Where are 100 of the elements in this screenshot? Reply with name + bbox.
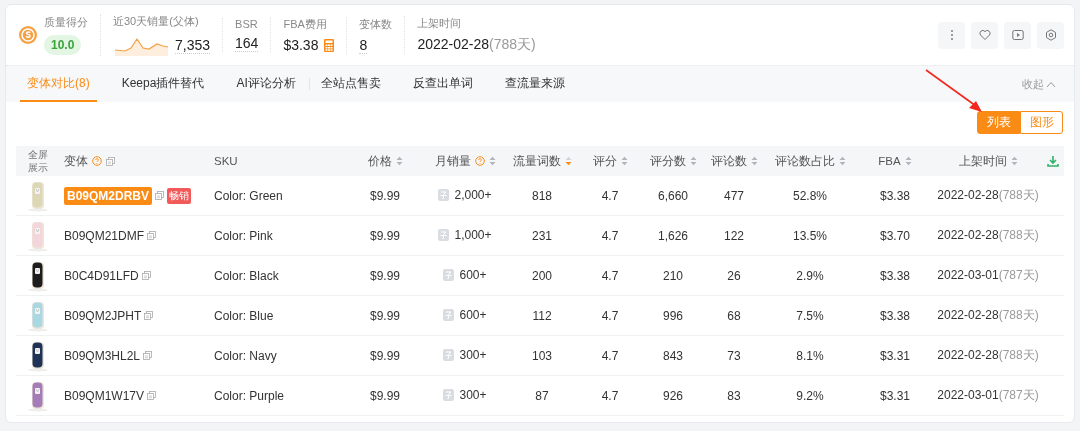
sort-icon[interactable] bbox=[620, 156, 628, 166]
table-cell: $3.38 bbox=[880, 308, 910, 323]
variant-asin: B0C4D91LFD bbox=[64, 268, 139, 283]
play-icon bbox=[1011, 29, 1024, 41]
table-cell: 200 bbox=[532, 268, 552, 283]
sku-cell-text: Color: Navy bbox=[213, 348, 277, 363]
child-sales-icon bbox=[443, 308, 455, 321]
date-cell: 2022-03-01(787天) bbox=[937, 268, 1039, 282]
column-header: 评论数 bbox=[710, 153, 747, 169]
table-cell: 7.5% bbox=[796, 308, 824, 323]
sort-icon[interactable] bbox=[1010, 156, 1018, 166]
tab[interactable]: 查流量来源 bbox=[497, 66, 572, 102]
copy-icon[interactable] bbox=[155, 191, 165, 200]
sort-icon[interactable] bbox=[838, 156, 846, 166]
table-cell: 4.7 bbox=[601, 188, 619, 203]
column-header: 流量词数 bbox=[512, 153, 561, 169]
table-cell: 231 bbox=[532, 228, 552, 243]
table-cell: 68 bbox=[727, 308, 741, 323]
tab[interactable]: 反查出单词 bbox=[405, 66, 480, 102]
settings-button[interactable] bbox=[1037, 21, 1064, 49]
tab[interactable]: Keepa插件替代 bbox=[114, 66, 212, 102]
tab[interactable]: 全站点售卖 bbox=[313, 66, 388, 102]
sku-cell-text: Color: Green bbox=[213, 188, 283, 203]
variant-asin: B09QM2JPHT bbox=[64, 308, 142, 323]
stat-value: $3.38 bbox=[283, 37, 319, 53]
column-header: 评论数占比 bbox=[774, 153, 835, 169]
more-button[interactable] bbox=[938, 21, 965, 49]
stat-label: 近30天销量(父体) bbox=[113, 14, 200, 29]
column-header: 月销量 bbox=[434, 153, 471, 169]
table-cell: 6,660 bbox=[658, 188, 688, 203]
table-cell: $3.31 bbox=[880, 388, 910, 403]
table-cell: 8.1% bbox=[796, 348, 824, 363]
copy-icon[interactable] bbox=[106, 156, 115, 166]
sort-icon[interactable] bbox=[488, 156, 496, 166]
table-cell: 818 bbox=[532, 188, 552, 203]
variant-asin: B09QM2DRBV bbox=[64, 186, 153, 205]
table-cell: 300+ bbox=[459, 387, 487, 402]
table-cell: 103 bbox=[532, 348, 552, 363]
column-header: 上架时间 bbox=[958, 153, 1007, 169]
sort-icon[interactable] bbox=[564, 156, 572, 166]
table-cell: 600+ bbox=[459, 267, 487, 282]
settings-icon bbox=[1044, 29, 1057, 41]
stat-label: 上架时间 bbox=[417, 16, 463, 31]
table-cell: 1,626 bbox=[658, 228, 688, 243]
sort-icon[interactable] bbox=[750, 156, 758, 166]
table-cell: 9.2% bbox=[796, 388, 824, 403]
sort-icon[interactable] bbox=[395, 156, 403, 166]
date-cell: 2022-03-01(787天) bbox=[937, 388, 1039, 402]
play-button[interactable] bbox=[1004, 21, 1031, 49]
table-cell: 300+ bbox=[459, 347, 487, 362]
calculator-icon[interactable] bbox=[324, 38, 335, 52]
table-cell: 52.8% bbox=[793, 188, 827, 203]
heart-button[interactable] bbox=[971, 21, 998, 49]
column-header: 变体 bbox=[64, 153, 88, 169]
table-cell: 4.7 bbox=[601, 348, 619, 363]
copy-icon[interactable] bbox=[141, 271, 151, 280]
heart-icon bbox=[978, 29, 991, 41]
tab[interactable]: AI评论分析 bbox=[229, 66, 303, 102]
table-cell: $3.38 bbox=[880, 188, 910, 203]
copy-icon[interactable] bbox=[147, 231, 157, 240]
table-cell: $3.31 bbox=[880, 348, 910, 363]
table-cell: 2,000+ bbox=[454, 187, 492, 202]
table-cell: 122 bbox=[724, 228, 744, 243]
table-cell: 2.9% bbox=[796, 268, 824, 283]
stat-value: 7,353 bbox=[175, 36, 211, 54]
child-sales-icon bbox=[438, 228, 450, 241]
bestseller-badge: 畅销 bbox=[167, 187, 192, 204]
variant-asin: B09QM21DMF bbox=[64, 228, 145, 243]
logo-icon bbox=[18, 25, 38, 45]
sku-cell-text: Color: Pink bbox=[213, 228, 273, 243]
copy-icon[interactable] bbox=[147, 391, 157, 400]
column-header: 价格 bbox=[367, 153, 392, 169]
sku-cell-text: Color: Blue bbox=[213, 308, 274, 323]
copy-icon[interactable] bbox=[144, 311, 154, 320]
table-cell: $9.99 bbox=[370, 188, 400, 203]
download-icon[interactable] bbox=[1046, 155, 1059, 167]
sort-icon[interactable] bbox=[904, 156, 912, 166]
sort-icon[interactable] bbox=[689, 156, 697, 166]
copy-icon[interactable] bbox=[143, 351, 153, 360]
stat-value: 8 bbox=[359, 36, 368, 54]
date-cell: 2022-02-28(788天) bbox=[937, 308, 1039, 322]
stat-label: FBA费用 bbox=[283, 17, 328, 32]
table-cell: 4.7 bbox=[601, 308, 619, 323]
chevron-up-icon bbox=[1046, 80, 1056, 88]
variant-asin: B09QM1W17V bbox=[64, 388, 145, 403]
table-cell: $3.70 bbox=[880, 228, 910, 243]
table-cell: $9.99 bbox=[370, 308, 400, 323]
table-cell: 4.7 bbox=[601, 388, 619, 403]
table-cell: 13.5% bbox=[793, 228, 827, 243]
score-badge: 10.0 bbox=[44, 35, 82, 55]
table-cell: $9.99 bbox=[370, 348, 400, 363]
table-cell: 87 bbox=[535, 388, 549, 403]
table-cell: $3.38 bbox=[880, 268, 910, 283]
sku-cell-text: Color: Purple bbox=[213, 388, 285, 403]
table-cell: 926 bbox=[663, 388, 683, 403]
stat-label: 质量得分 bbox=[44, 15, 88, 30]
child-sales-icon bbox=[443, 388, 455, 401]
pointer-arrow bbox=[924, 68, 984, 114]
child-sales-icon bbox=[443, 268, 455, 281]
column-header: FBA bbox=[878, 155, 901, 167]
